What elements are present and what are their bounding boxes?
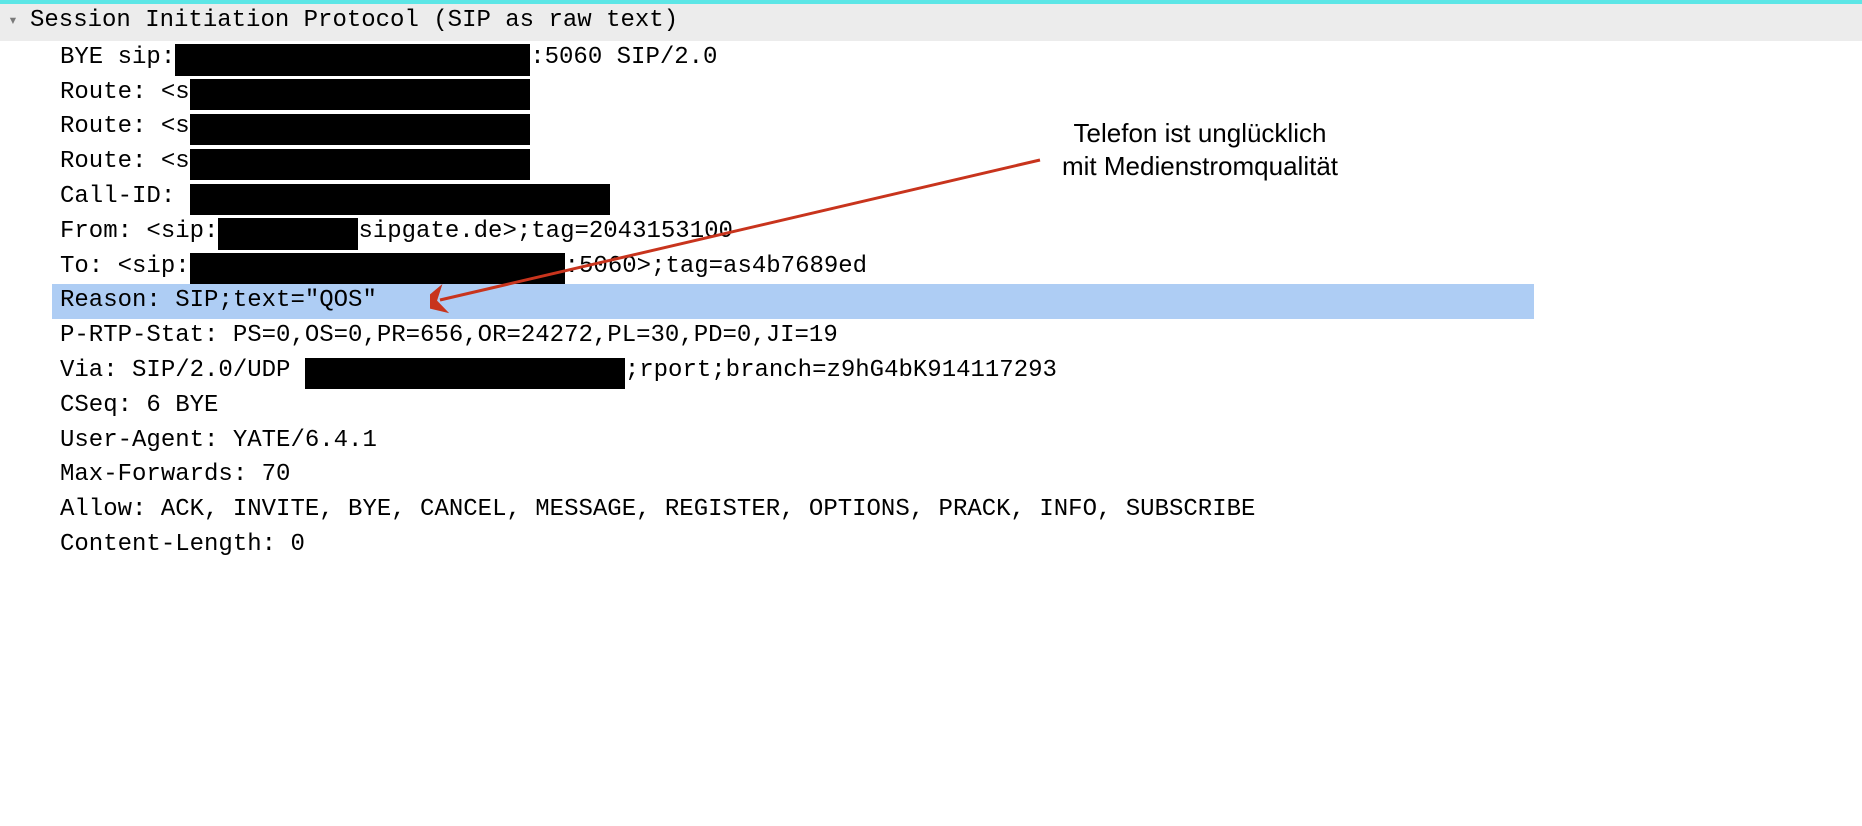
sip-text-after: :5060>;tag=as4b7689ed (565, 253, 867, 280)
sip-text-before: Route: <s (60, 113, 190, 140)
sip-line-prtp[interactable]: P-RTP-Stat: PS=0,OS=0,PR=656,OR=24272,PL… (60, 319, 1862, 354)
sip-line-contentlength[interactable]: Content-Length: 0 (60, 528, 1862, 563)
sip-line-via[interactable]: Via: SIP/2.0/UDP ;rport;branch=z9hG4bK91… (60, 354, 1862, 389)
redacted-block (190, 114, 530, 145)
sip-line-callid[interactable]: Call-ID: (60, 180, 1862, 215)
annotation-line2: mit Medienstromqualität (1040, 150, 1360, 183)
sip-text: Content-Length: 0 (60, 531, 305, 558)
sip-line-cseq[interactable]: CSeq: 6 BYE (60, 389, 1862, 424)
sip-text: CSeq: 6 BYE (60, 392, 218, 419)
sip-text-before: To: <sip: (60, 253, 190, 280)
sip-line-useragent[interactable]: User-Agent: YATE/6.4.1 (60, 424, 1862, 459)
sip-text-before: Via: SIP/2.0/UDP (60, 357, 305, 384)
sip-text-before: BYE sip: (60, 44, 175, 71)
sip-text-before: Route: <s (60, 79, 190, 106)
redacted-block (218, 218, 358, 249)
redacted-block (190, 79, 530, 110)
sip-line-route[interactable]: Route: <s (60, 110, 1862, 145)
chevron-down-icon[interactable]: ▾ (4, 10, 22, 33)
sip-line-route[interactable]: Route: <s (60, 76, 1862, 111)
annotation-comment: Telefon ist unglücklich mit Medienstromq… (1040, 117, 1360, 182)
protocol-tree-header[interactable]: ▾ Session Initiation Protocol (SIP as ra… (0, 4, 1862, 41)
protocol-header-text: Session Initiation Protocol (SIP as raw … (30, 4, 678, 39)
sip-text-before: Route: <s (60, 148, 190, 175)
sip-line-reason-highlighted[interactable]: Reason: SIP;text="QOS" (52, 284, 1534, 319)
sip-line-route[interactable]: Route: <s (60, 145, 1862, 180)
redacted-block (190, 184, 610, 215)
sip-text: Allow: ACK, INVITE, BYE, CANCEL, MESSAGE… (60, 496, 1255, 523)
sip-text-after: ;rport;branch=z9hG4bK914117293 (625, 357, 1057, 384)
sip-text: P-RTP-Stat: PS=0,OS=0,PR=656,OR=24272,PL… (60, 322, 838, 349)
redacted-block (305, 358, 625, 389)
sip-line-maxforwards[interactable]: Max-Forwards: 70 (60, 458, 1862, 493)
sip-text-before: From: <sip: (60, 218, 218, 245)
sip-text: Max-Forwards: 70 (60, 461, 290, 488)
sip-reason-text: Reason: SIP;text="QOS" (60, 287, 377, 314)
sip-text-after: sipgate.de>;tag=2043153100 (358, 218, 732, 245)
sip-line-bye[interactable]: BYE sip: :5060 SIP/2.0 (60, 41, 1862, 76)
sip-line-allow[interactable]: Allow: ACK, INVITE, BYE, CANCEL, MESSAGE… (60, 493, 1862, 528)
annotation-line1: Telefon ist unglücklich (1074, 118, 1327, 148)
sip-text-after: :5060 SIP/2.0 (530, 44, 717, 71)
redacted-block (190, 149, 530, 180)
sip-line-from[interactable]: From: <sip: sipgate.de>;tag=2043153100 (60, 215, 1862, 250)
sip-text-before: Call-ID: (60, 183, 190, 210)
sip-line-to[interactable]: To: <sip: :5060>;tag=as4b7689ed (60, 250, 1862, 285)
redacted-block (190, 253, 565, 284)
sip-text: User-Agent: YATE/6.4.1 (60, 427, 377, 454)
redacted-block (175, 44, 530, 75)
sip-raw-text-body: BYE sip: :5060 SIP/2.0 Route: <s Route: <… (0, 41, 1862, 563)
